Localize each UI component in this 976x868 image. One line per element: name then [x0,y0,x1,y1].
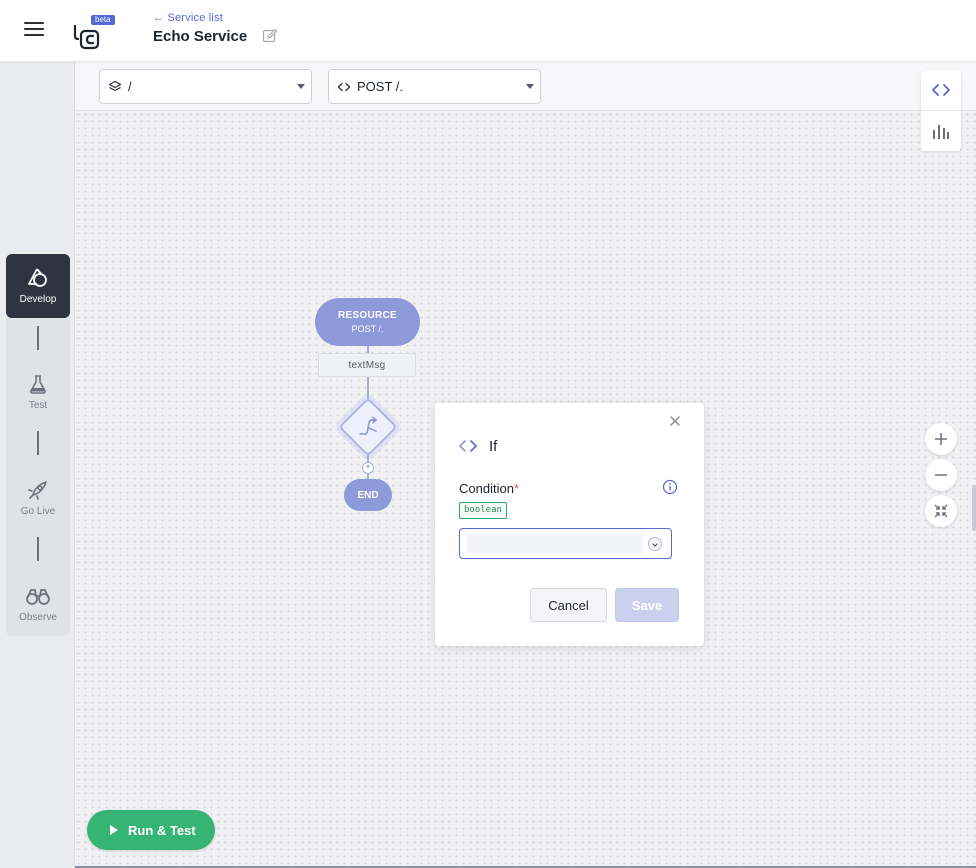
app-header: beta ← Service list Echo Service [0,0,976,62]
menu-icon[interactable] [24,22,44,40]
service-list-link[interactable]: ← Service list [153,12,223,24]
stepper-connector [37,326,39,350]
resource-node-subtitle: POST /. [351,324,384,334]
collapse-icon [934,504,948,518]
code-icon [458,438,478,459]
layers-icon [108,80,122,94]
code-icon [337,80,351,94]
condition-expression-field[interactable] [459,528,672,559]
close-icon[interactable] [668,414,682,428]
nav-step-develop[interactable]: Develop [6,254,70,318]
nav-step-label: Go Live [20,506,56,517]
nav-step-test[interactable]: Test [6,360,70,424]
develop-icon [28,268,47,287]
canvas-scrollbar[interactable] [972,485,976,531]
flask-icon [30,375,46,394]
path-select-value: / [128,79,132,94]
end-node: END [344,479,392,511]
run-and-test-button[interactable]: Run & Test [87,810,215,850]
nav-step-observe[interactable]: Observe [6,572,70,636]
choreo-logo-icon [73,24,100,50]
resource-node[interactable]: RESOURCE POST /. [315,298,420,346]
stepper-connector [37,431,39,455]
condition-label-text: Condition [459,481,514,496]
chevron-down-icon [297,84,305,89]
chevron-down-icon [652,543,658,547]
play-icon [110,825,118,835]
analytics-view-button[interactable] [921,110,961,150]
code-icon [932,84,950,96]
resource-select-value: POST /. [357,79,403,94]
resource-node-title: RESOURCE [337,310,398,321]
run-and-test-label: Run & Test [128,822,196,838]
nav-step-label: Develop [19,294,57,305]
expression-dropdown-button[interactable] [648,537,662,551]
nav-step-label: Observe [19,612,57,623]
resource-select[interactable]: POST /. [328,69,541,104]
service-title: Echo Service [153,28,248,45]
condition-label: Condition* [459,481,519,496]
form-title: If [489,438,498,455]
minus-icon [935,474,947,476]
add-step-button[interactable]: + [362,462,374,474]
path-select[interactable]: / [99,69,312,104]
view-toggle-panel [921,70,961,151]
code-view-button[interactable] [921,70,961,110]
beta-badge: beta [91,15,115,25]
cancel-button[interactable]: Cancel [530,588,607,622]
required-mark: * [513,481,519,496]
rocket-icon [28,481,47,500]
binoculars-icon [26,589,50,605]
nav-step-label: Test [28,400,48,411]
type-tag: boolean [459,502,507,519]
save-button[interactable]: Save [615,588,679,622]
chevron-down-icon [526,84,534,89]
nav-step-go-live[interactable]: Go Live [6,466,70,530]
condition-input[interactable] [467,534,643,553]
fit-to-screen-button[interactable] [925,495,957,527]
zoom-in-button[interactable] [925,423,957,455]
edit-icon[interactable] [262,28,278,44]
stepper-connector [37,537,39,561]
parameter-label[interactable]: textMsg [318,353,416,377]
if-config-form: If Condition* boolean Cancel Save [435,403,704,646]
info-icon[interactable] [662,479,678,495]
zoom-out-button[interactable] [925,459,957,491]
bar-chart-icon [933,124,949,139]
plus-icon [935,433,947,445]
